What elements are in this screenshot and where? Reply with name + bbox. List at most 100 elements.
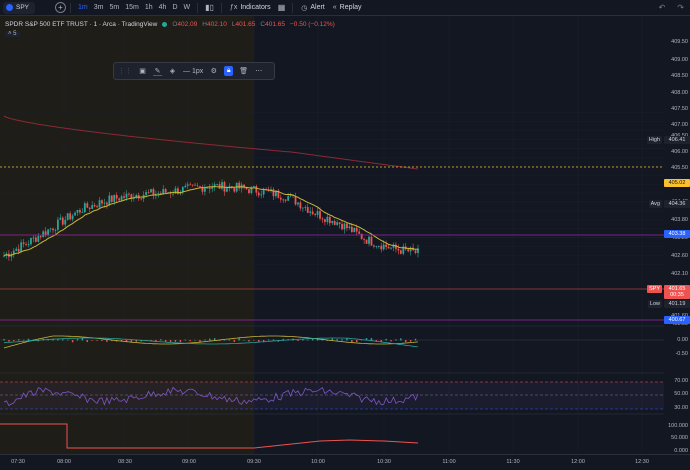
drag-handle-icon[interactable]: ⋮⋮ bbox=[118, 67, 132, 75]
candle-body bbox=[98, 200, 101, 208]
price-scale[interactable]: 409.50 409.00 408.50 408.00 407.50 407.00 406.… bbox=[646, 16, 690, 454]
osc-histogram-bar bbox=[86, 340, 88, 343]
compare-symbol-icon[interactable]: + bbox=[55, 2, 67, 13]
timeframe-1m[interactable]: 1m bbox=[75, 4, 91, 11]
osc-histogram-bar bbox=[370, 338, 373, 341]
alert-clock-icon: ◷ bbox=[301, 4, 308, 12]
osc-label-zero: 0.00 bbox=[677, 337, 688, 343]
candle-body bbox=[52, 228, 54, 231]
osc-histogram-bar bbox=[101, 340, 103, 341]
vol-label-50: 50.000 bbox=[671, 435, 688, 441]
timeframe-d[interactable]: D bbox=[169, 4, 180, 11]
delete-trash-icon[interactable]: 🗑︎ bbox=[239, 67, 248, 75]
candle-body bbox=[108, 195, 111, 205]
line-width-button[interactable]: — 1px bbox=[183, 68, 203, 75]
indicator-list-toggle[interactable]: ˄ 5 bbox=[5, 31, 20, 37]
settings-gear-icon[interactable]: ⚙ bbox=[209, 67, 218, 75]
candle-body bbox=[157, 193, 160, 194]
candle-body bbox=[338, 222, 341, 224]
toolbar-divider bbox=[70, 2, 72, 13]
timeframe-15m[interactable]: 15m bbox=[122, 4, 142, 11]
osc-histogram-bar bbox=[267, 339, 270, 341]
line-width-label: 1px bbox=[191, 67, 204, 75]
osc-histogram-bar bbox=[160, 339, 162, 341]
toolbar-divider bbox=[292, 2, 294, 13]
candle-body bbox=[358, 231, 361, 234]
alert-button[interactable]: ◷ Alert bbox=[297, 4, 329, 12]
lock-icon[interactable]: 🔒︎ bbox=[224, 66, 234, 76]
legend-title: SPDR S&P 500 ETF TRUST · 1 · Arca · Trad… bbox=[5, 21, 158, 28]
candle-body bbox=[91, 204, 94, 209]
timeframe-w[interactable]: W bbox=[181, 4, 194, 11]
osc-histogram-bar bbox=[395, 339, 397, 341]
osc-histogram-bar bbox=[76, 338, 79, 341]
osc-histogram-bar bbox=[106, 340, 108, 342]
replay-label: Replay bbox=[339, 4, 362, 11]
undo-redo-group: ↶ ↷ bbox=[659, 3, 684, 12]
osc-histogram-bar bbox=[204, 339, 206, 341]
candle-body bbox=[79, 209, 81, 213]
candle-body bbox=[34, 237, 37, 242]
undo-icon[interactable]: ↶ bbox=[659, 3, 666, 12]
symbol-search-button[interactable]: SPY bbox=[3, 1, 36, 14]
replay-icon: « bbox=[332, 4, 337, 11]
timeframe-5m[interactable]: 5m bbox=[106, 4, 122, 11]
candle-body bbox=[216, 183, 219, 185]
layout-icon[interactable]: ▦ bbox=[275, 3, 289, 12]
candle-body bbox=[294, 195, 297, 205]
osc-histogram-bar bbox=[297, 340, 299, 342]
candle-body bbox=[59, 217, 62, 220]
price-label: 409.00 bbox=[671, 57, 688, 63]
line-color-icon[interactable]: ✎ bbox=[153, 67, 162, 76]
timeframe-3m[interactable]: 3m bbox=[91, 4, 107, 11]
templates-icon[interactable]: ▣ bbox=[138, 67, 147, 75]
candle-body bbox=[88, 207, 91, 209]
candle-body bbox=[123, 196, 125, 198]
candle-body bbox=[370, 236, 373, 246]
price-label: 402.10 bbox=[671, 271, 688, 277]
osc-histogram-bar bbox=[341, 339, 343, 341]
candle-body bbox=[81, 212, 84, 213]
timeframe-1h[interactable]: 1h bbox=[142, 4, 156, 11]
yellow-level-tag: 405.02 bbox=[664, 179, 690, 187]
replay-button[interactable]: « Replay bbox=[329, 4, 366, 11]
time-axis[interactable]: 07:30 08:00 08:30 09:00 09:30 10:00 10:30 11:00… bbox=[0, 454, 690, 470]
chart-type-icon[interactable]: ▮▯ bbox=[202, 3, 217, 12]
candle-body bbox=[125, 193, 128, 198]
redo-icon[interactable]: ↷ bbox=[677, 3, 684, 12]
candle-body bbox=[145, 192, 147, 195]
timeframe-4h[interactable]: 4h bbox=[156, 4, 170, 11]
candle-body bbox=[177, 188, 179, 195]
osc-histogram-bar bbox=[385, 338, 387, 341]
candle-body bbox=[69, 213, 72, 220]
candle-body bbox=[83, 203, 86, 213]
avg-price-tag: 404.36 bbox=[664, 200, 690, 208]
rsi-pane bbox=[0, 381, 664, 410]
osc-histogram-bar bbox=[233, 340, 235, 342]
candle-body bbox=[103, 202, 106, 204]
candle-body bbox=[321, 218, 324, 220]
candle-body bbox=[113, 194, 116, 202]
line-style-icon: — bbox=[183, 67, 190, 75]
candle-body bbox=[152, 189, 155, 196]
candle-body bbox=[324, 219, 326, 222]
low-price-tag: 401.19 bbox=[664, 300, 690, 308]
indicators-button[interactable]: ƒx Indicators bbox=[226, 4, 275, 11]
candle-body bbox=[221, 182, 223, 189]
candle-body bbox=[86, 203, 89, 208]
legend-close: C401.65 bbox=[260, 21, 285, 28]
more-options-icon[interactable]: ⋯ bbox=[254, 67, 263, 75]
candle-body bbox=[350, 226, 353, 233]
price-chart[interactable] bbox=[0, 0, 690, 470]
rsi-label-70: 70.00 bbox=[674, 378, 688, 384]
candle-body bbox=[297, 202, 299, 205]
osc-histogram-bar bbox=[351, 340, 353, 343]
candle-body bbox=[120, 196, 123, 201]
candle-body bbox=[96, 206, 98, 208]
osc-histogram-bar bbox=[253, 340, 255, 341]
price-label: 407.00 bbox=[671, 122, 688, 128]
rsi-label-50: 50.00 bbox=[674, 391, 688, 397]
candle-body bbox=[71, 215, 74, 220]
fill-color-icon[interactable]: ◈ bbox=[168, 67, 177, 75]
top-toolbar: SPY + 1m 3m 5m 15m 1h 4h D W ▮▯ ƒx Indic… bbox=[0, 0, 690, 16]
